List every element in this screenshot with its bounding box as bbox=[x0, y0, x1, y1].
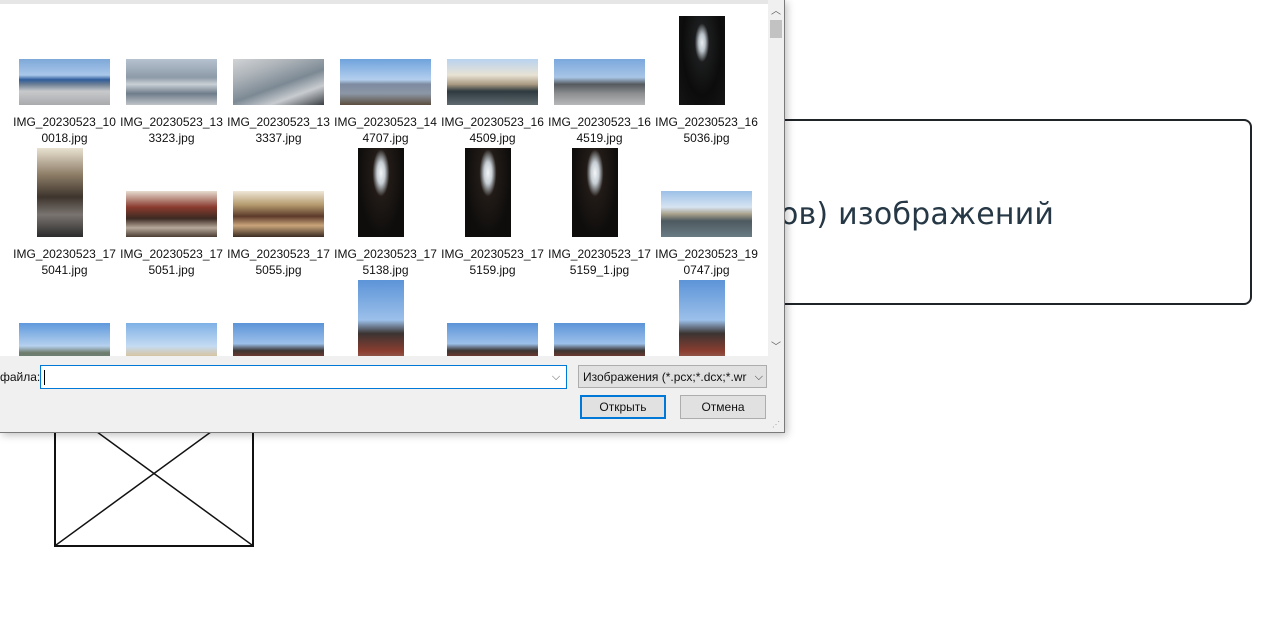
image-thumbnail bbox=[358, 148, 404, 237]
file-tile[interactable] bbox=[11, 274, 118, 356]
scrollbar-thumb[interactable] bbox=[770, 20, 782, 38]
vertical-scrollbar[interactable]: ︿ ﹀ bbox=[768, 4, 784, 356]
file-thumbnail-view[interactable]: IMG_20230523_10 0018.jpg IMG_20230523_13 33… bbox=[0, 4, 768, 356]
thumbnail-area bbox=[439, 10, 546, 110]
file-name-line-1: IMG_20230523_16 bbox=[548, 115, 651, 129]
image-thumbnail bbox=[447, 59, 538, 105]
file-tile[interactable]: IMG_20230523_17 5138.jpg bbox=[332, 142, 439, 277]
file-type-filter-select[interactable]: Изображения (*.pcx;*.dcx;*.wr ⌵ bbox=[578, 365, 767, 388]
chevron-down-icon[interactable]: ⌵ bbox=[548, 368, 564, 386]
file-tile[interactable]: IMG_20230523_16 4509.jpg bbox=[439, 10, 546, 145]
thumbnail-area bbox=[332, 142, 439, 242]
image-thumbnail bbox=[572, 148, 618, 237]
thumbnail-area bbox=[11, 142, 118, 242]
file-tile[interactable]: IMG_20230523_10 0018.jpg bbox=[11, 10, 118, 145]
thumbnail-area bbox=[225, 10, 332, 110]
image-thumbnail bbox=[233, 323, 324, 356]
open-button[interactable]: Открыть bbox=[580, 395, 666, 419]
file-tile[interactable]: IMG_20230523_16 4519.jpg bbox=[546, 10, 653, 145]
thumbnail-area bbox=[653, 274, 760, 356]
image-thumbnail bbox=[554, 59, 645, 105]
text-caret bbox=[44, 370, 45, 385]
thumbnail-area bbox=[546, 142, 653, 242]
file-name-line-1: IMG_20230523_17 bbox=[13, 247, 116, 261]
file-name-line-1: IMG_20230523_19 bbox=[655, 247, 758, 261]
scroll-up-icon[interactable]: ︿ bbox=[768, 4, 784, 20]
image-thumbnail bbox=[126, 323, 217, 356]
thumbnail-area bbox=[332, 10, 439, 110]
file-name-line-1: IMG_20230523_13 bbox=[227, 115, 330, 129]
image-thumbnail bbox=[340, 59, 431, 105]
file-tile[interactable]: IMG_20230523_17 5041.jpg bbox=[11, 142, 118, 277]
image-thumbnail bbox=[19, 323, 110, 356]
thumbnail-area bbox=[11, 10, 118, 110]
scroll-down-icon[interactable]: ﹀ bbox=[768, 340, 784, 356]
file-tile[interactable]: IMG_20230523_13 3337.jpg bbox=[225, 10, 332, 145]
thumbnail-area bbox=[439, 142, 546, 242]
thumbnail-area bbox=[11, 274, 118, 356]
file-name-line-1: IMG_20230523_14 bbox=[334, 115, 437, 129]
thumbnail-area bbox=[546, 10, 653, 110]
file-name-line-1: IMG_20230523_17 bbox=[227, 247, 330, 261]
file-tile[interactable]: IMG_20230523_14 4707.jpg bbox=[332, 10, 439, 145]
resize-grip-icon[interactable]: ⋰ bbox=[772, 420, 782, 430]
file-tile[interactable]: IMG_20230523_19 0747.jpg bbox=[653, 142, 760, 277]
cancel-button[interactable]: Отмена bbox=[680, 395, 766, 419]
file-open-dialog: IMG_20230523_10 0018.jpg IMG_20230523_13 33… bbox=[0, 0, 785, 433]
image-thumbnail bbox=[447, 323, 538, 356]
file-name-line-1: IMG_20230523_17 bbox=[120, 247, 223, 261]
image-thumbnail bbox=[233, 59, 324, 105]
file-name-line-1: IMG_20230523_17 bbox=[334, 247, 437, 261]
file-name-combobox[interactable]: ⌵ bbox=[40, 365, 567, 389]
file-type-filter-value: Изображения (*.pcx;*.dcx;*.wr bbox=[583, 370, 747, 384]
thumbnail-area bbox=[225, 142, 332, 242]
file-name-line-1: IMG_20230523_17 bbox=[548, 247, 651, 261]
file-name-label: файла: bbox=[0, 370, 41, 384]
chevron-down-icon: ⌵ bbox=[754, 371, 763, 383]
file-tile[interactable] bbox=[225, 274, 332, 356]
file-tile[interactable]: IMG_20230523_17 5051.jpg bbox=[118, 142, 225, 277]
thumbnail-area bbox=[653, 10, 760, 110]
file-tile[interactable]: IMG_20230523_17 5159_1.jpg bbox=[546, 142, 653, 277]
thumbnail-area bbox=[332, 274, 439, 356]
thumbnail-area bbox=[439, 274, 546, 356]
file-tile[interactable] bbox=[653, 274, 760, 356]
thumbnail-area bbox=[653, 142, 760, 242]
file-name-line-1: IMG_20230523_10 bbox=[13, 115, 116, 129]
image-thumbnail bbox=[126, 59, 217, 105]
image-thumbnail bbox=[126, 191, 217, 237]
file-tile[interactable]: IMG_20230523_17 5159.jpg bbox=[439, 142, 546, 277]
image-thumbnail bbox=[19, 59, 110, 105]
background-card-text: ов) изображений bbox=[780, 197, 1055, 232]
file-tile[interactable]: IMG_20230523_13 3323.jpg bbox=[118, 10, 225, 145]
thumbnail-area bbox=[546, 274, 653, 356]
thumbnail-area bbox=[118, 274, 225, 356]
image-thumbnail bbox=[37, 148, 83, 237]
thumbnail-area bbox=[225, 274, 332, 356]
file-name-line-1: IMG_20230523_16 bbox=[655, 115, 758, 129]
file-tile[interactable]: IMG_20230523_17 5055.jpg bbox=[225, 142, 332, 277]
image-thumbnail bbox=[358, 280, 404, 356]
image-thumbnail bbox=[465, 148, 511, 237]
file-tile[interactable] bbox=[118, 274, 225, 356]
file-name-line-1: IMG_20230523_16 bbox=[441, 115, 544, 129]
image-thumbnail bbox=[679, 280, 725, 356]
file-tile[interactable] bbox=[546, 274, 653, 356]
thumbnail-area bbox=[118, 142, 225, 242]
image-thumbnail bbox=[661, 191, 752, 237]
image-thumbnail bbox=[233, 191, 324, 237]
file-tile[interactable] bbox=[439, 274, 546, 356]
file-name-line-1: IMG_20230523_13 bbox=[120, 115, 223, 129]
file-name-input[interactable] bbox=[43, 368, 543, 386]
file-name-line-1: IMG_20230523_17 bbox=[441, 247, 544, 261]
file-tile[interactable]: IMG_20230523_16 5036.jpg bbox=[653, 10, 760, 145]
image-thumbnail bbox=[554, 323, 645, 356]
image-thumbnail bbox=[679, 16, 725, 105]
thumbnail-area bbox=[118, 10, 225, 110]
file-tile[interactable] bbox=[332, 274, 439, 356]
